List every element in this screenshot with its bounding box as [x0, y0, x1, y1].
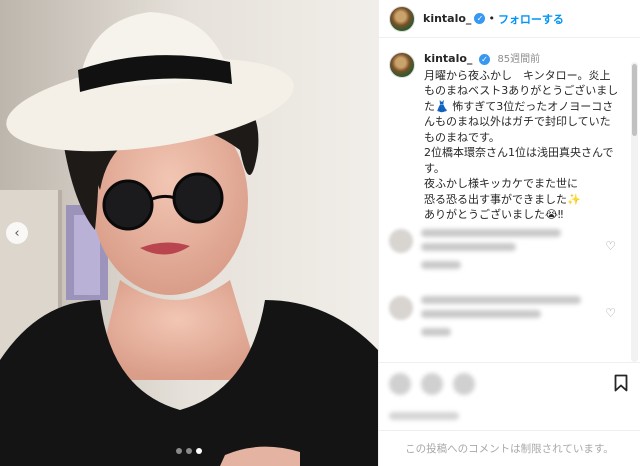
- post-details-panel: kintalo_ ✓ • フォローする kintalo_ ✓ 85週間前 月曜か…: [378, 0, 640, 466]
- header-username[interactable]: kintalo_: [423, 12, 471, 25]
- share-icon[interactable]: [453, 372, 475, 395]
- heart-icon[interactable]: ♡: [605, 239, 616, 253]
- comment-avatar[interactable]: [389, 229, 413, 253]
- post-photo[interactable]: ‹: [0, 0, 378, 466]
- bookmark-icon[interactable]: [614, 374, 628, 392]
- caption-line: ものまねベスト3ありがとうございまし: [424, 84, 619, 97]
- carousel-dot: [176, 448, 182, 454]
- portrait-image: [0, 0, 378, 466]
- caption-line: 2位橋本環奈さん1位は浅田真央さんで: [424, 146, 614, 159]
- comment-icon[interactable]: [421, 372, 443, 395]
- chevron-left-icon: ‹: [14, 225, 20, 241]
- follow-button[interactable]: フォローする: [498, 11, 564, 27]
- heart-icon[interactable]: ♡: [605, 306, 616, 320]
- verified-badge-icon: ✓: [478, 54, 490, 66]
- comment-item: ♡: [389, 229, 620, 275]
- carousel-dot-active: [196, 448, 202, 454]
- scrollbar[interactable]: [631, 62, 638, 362]
- comment-text-blurred: [421, 229, 620, 275]
- caption-username[interactable]: kintalo_: [424, 52, 472, 65]
- caption-line: 恐る恐る出す事ができました✨: [424, 192, 581, 206]
- caption-avatar[interactable]: [389, 52, 415, 78]
- caption-line: んものまね以外はガチで封印していた: [424, 115, 611, 128]
- carousel-dot: [186, 448, 192, 454]
- caption-line: 夜ふかし様キッカケでまた世に: [424, 177, 578, 190]
- avatar[interactable]: [389, 5, 415, 32]
- post-header: kintalo_ ✓ • フォローする: [379, 0, 640, 38]
- post-actions-bar: [379, 362, 640, 404]
- verified-badge-icon: ✓: [474, 13, 486, 24]
- like-icon[interactable]: [389, 372, 411, 395]
- likes-count-blurred: [389, 412, 459, 420]
- scrollbar-thumb[interactable]: [632, 64, 637, 136]
- carousel-prev-button[interactable]: ‹: [6, 222, 28, 244]
- caption-timestamp[interactable]: 85週間前: [497, 54, 540, 65]
- comment-avatar[interactable]: [389, 296, 413, 320]
- comment-text-blurred: [421, 296, 620, 342]
- caption-line: ものまねです。: [424, 130, 500, 144]
- caption-body: kintalo_ ✓ 85週間前 月曜から夜ふかし キンタロー。炎上 ものまねベ…: [424, 51, 624, 223]
- comments-restricted-notice: この投稿へのコメントは制限されています。: [379, 430, 640, 466]
- caption-line: す。: [424, 161, 445, 175]
- carousel-dots: [0, 448, 378, 454]
- header-separator: •: [488, 12, 495, 25]
- caption-line: 月曜から夜ふかし キンタロー。炎上: [424, 68, 611, 82]
- post-caption: kintalo_ ✓ 85週間前 月曜から夜ふかし キンタロー。炎上 ものまねベ…: [379, 39, 640, 223]
- comments-scroll-area[interactable]: kintalo_ ✓ 85週間前 月曜から夜ふかし キンタロー。炎上 ものまねベ…: [379, 39, 640, 361]
- caption-line: ありがとうございました😭‼: [424, 208, 564, 221]
- comment-item: ♡: [389, 296, 620, 342]
- caption-line: た👗 怖すぎて3位だったオノヨーコさ: [424, 99, 614, 113]
